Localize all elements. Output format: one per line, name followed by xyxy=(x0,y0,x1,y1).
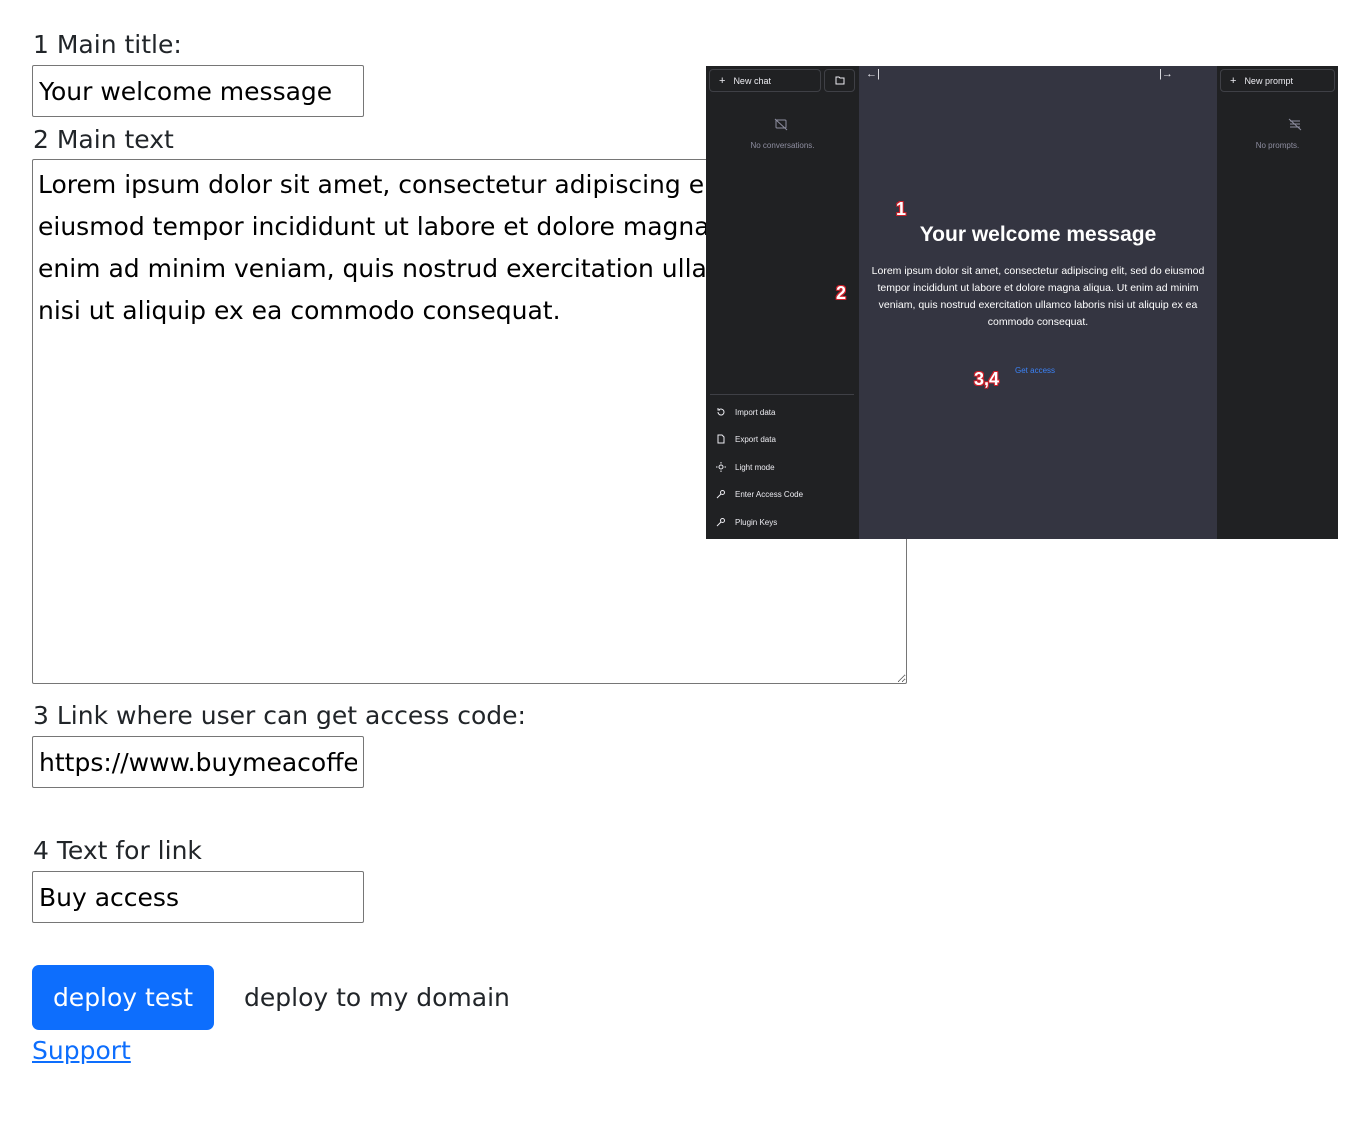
plus-icon: + xyxy=(719,74,726,87)
preview-menu-plugin-keys: Plugin Keys xyxy=(716,517,777,527)
preview-new-folder-button xyxy=(824,69,855,92)
preview-menu-export-label: Export data xyxy=(735,434,776,444)
link-text-label: 4 Text for link xyxy=(33,836,202,865)
marker-1: 1 xyxy=(896,199,907,219)
support-link[interactable]: Support xyxy=(32,1036,131,1065)
preview-new-chat-label: New chat xyxy=(733,75,771,86)
main-text-label: 2 Main text xyxy=(33,125,174,154)
preview-new-prompt-label: New prompt xyxy=(1244,75,1293,86)
preview-menu-import: Import data xyxy=(716,407,775,417)
export-icon xyxy=(717,434,725,444)
preview-get-access-link: Get access xyxy=(1015,366,1056,375)
preview-screenshot: + New chat No conversations. Import data… xyxy=(706,66,1338,539)
deploy-domain-button[interactable]: deploy to my domain xyxy=(226,965,528,1030)
preview-right-sidebar: + New prompt No prompts. xyxy=(1217,66,1338,539)
preview-menu-access-code-label: Enter Access Code xyxy=(735,489,804,499)
marker-3-4: 3,4 xyxy=(974,369,1000,389)
main-title-label: 1 Main title: xyxy=(33,30,182,59)
link-label: 3 Link where user can get access code: xyxy=(33,701,526,730)
sun-icon xyxy=(716,462,726,472)
preview-menu-light-mode-label: Light mode xyxy=(735,462,775,472)
preview-divider xyxy=(710,394,854,395)
key-icon xyxy=(716,490,725,499)
plus-icon: + xyxy=(1230,74,1237,87)
link-input[interactable] xyxy=(32,736,364,788)
link-text-input[interactable] xyxy=(32,871,364,923)
key-icon xyxy=(716,518,725,527)
folder-plus-icon xyxy=(835,76,844,85)
message-off-icon xyxy=(774,118,788,131)
sidebar-collapse-icon: ←| xyxy=(866,68,880,80)
prompts-off-icon xyxy=(1288,118,1302,131)
preview-text: Lorem ipsum dolor sit amet, consectetur … xyxy=(871,265,1205,328)
preview-menu-import-label: Import data xyxy=(735,407,776,417)
preview-menu-export: Export data xyxy=(716,434,776,444)
preview-title: Your welcome message xyxy=(919,223,1157,246)
preview-new-chat-button: + New chat xyxy=(709,69,821,92)
marker-2: 2 xyxy=(836,283,847,303)
preview-menu-access-code: Enter Access Code xyxy=(716,489,803,499)
sidebar-expand-icon: |→ xyxy=(1159,68,1173,80)
import-icon xyxy=(717,408,725,416)
preview-new-prompt-button: + New prompt xyxy=(1220,69,1335,92)
preview-no-prompts: No prompts. xyxy=(1255,141,1300,150)
preview-menu-plugin-keys-label: Plugin Keys xyxy=(735,517,778,527)
preview-no-conversations: No conversations. xyxy=(750,141,815,150)
preview-menu-light-mode: Light mode xyxy=(716,462,775,472)
main-title-input[interactable] xyxy=(32,65,364,117)
deploy-test-button[interactable]: deploy test xyxy=(32,965,214,1030)
